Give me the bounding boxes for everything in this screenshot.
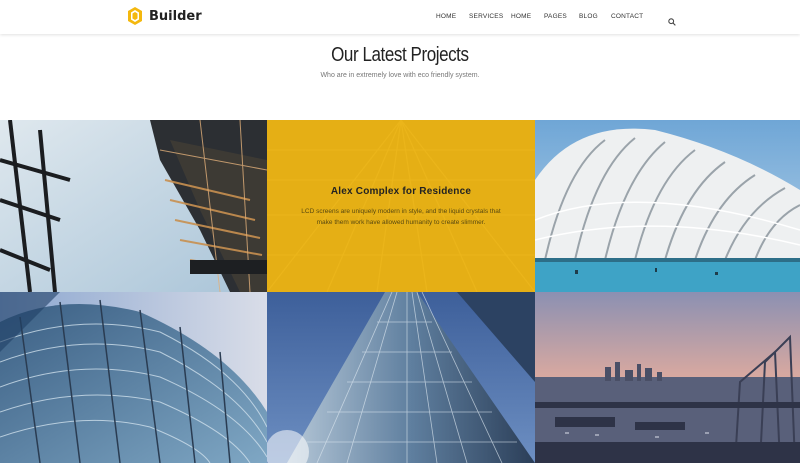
project-description: LCD screens are uniquely modern in style… <box>301 208 501 226</box>
nav-services[interactable]: SERVICES <box>469 13 503 20</box>
search-icon[interactable] <box>668 13 676 31</box>
brand-name: Builder <box>149 8 202 24</box>
project-glass-skyscraper[interactable] <box>267 292 535 463</box>
section-subtitle: Who are in extremely love with eco frien… <box>320 72 480 79</box>
glass-skyscraper-image <box>267 292 535 463</box>
curved-glass-image <box>0 292 267 463</box>
brand-logo[interactable]: Builder <box>127 6 202 26</box>
section-title: Our Latest Projects <box>331 44 469 66</box>
nav-home-1[interactable]: HOME <box>436 13 456 20</box>
project-title[interactable]: Alex Complex for Residence <box>267 186 535 197</box>
nav-blog[interactable]: BLOG <box>579 13 598 20</box>
project-harbor-city[interactable] <box>535 292 800 463</box>
nav-pages[interactable]: PAGES <box>544 13 567 20</box>
harbor-city-image <box>535 292 800 463</box>
site-header: Builder HOME SERVICES HOME PAGES BLOG CO… <box>0 0 800 34</box>
projects-grid: Alex Complex for Residence LCD screens a… <box>0 120 800 463</box>
project-white-arches[interactable] <box>535 120 800 292</box>
nav-contact[interactable]: CONTACT <box>611 13 643 20</box>
nav-home-2[interactable]: HOME <box>511 13 531 20</box>
project-alex-complex[interactable]: Alex Complex for Residence LCD screens a… <box>267 120 535 292</box>
white-arches-image <box>535 120 800 292</box>
project-curved-glass[interactable] <box>0 292 267 463</box>
project-hover-overlay: Alex Complex for Residence LCD screens a… <box>267 120 535 292</box>
steel-tower-image <box>0 120 267 292</box>
project-steel-tower[interactable] <box>0 120 267 292</box>
logo-cube-icon <box>128 7 142 25</box>
